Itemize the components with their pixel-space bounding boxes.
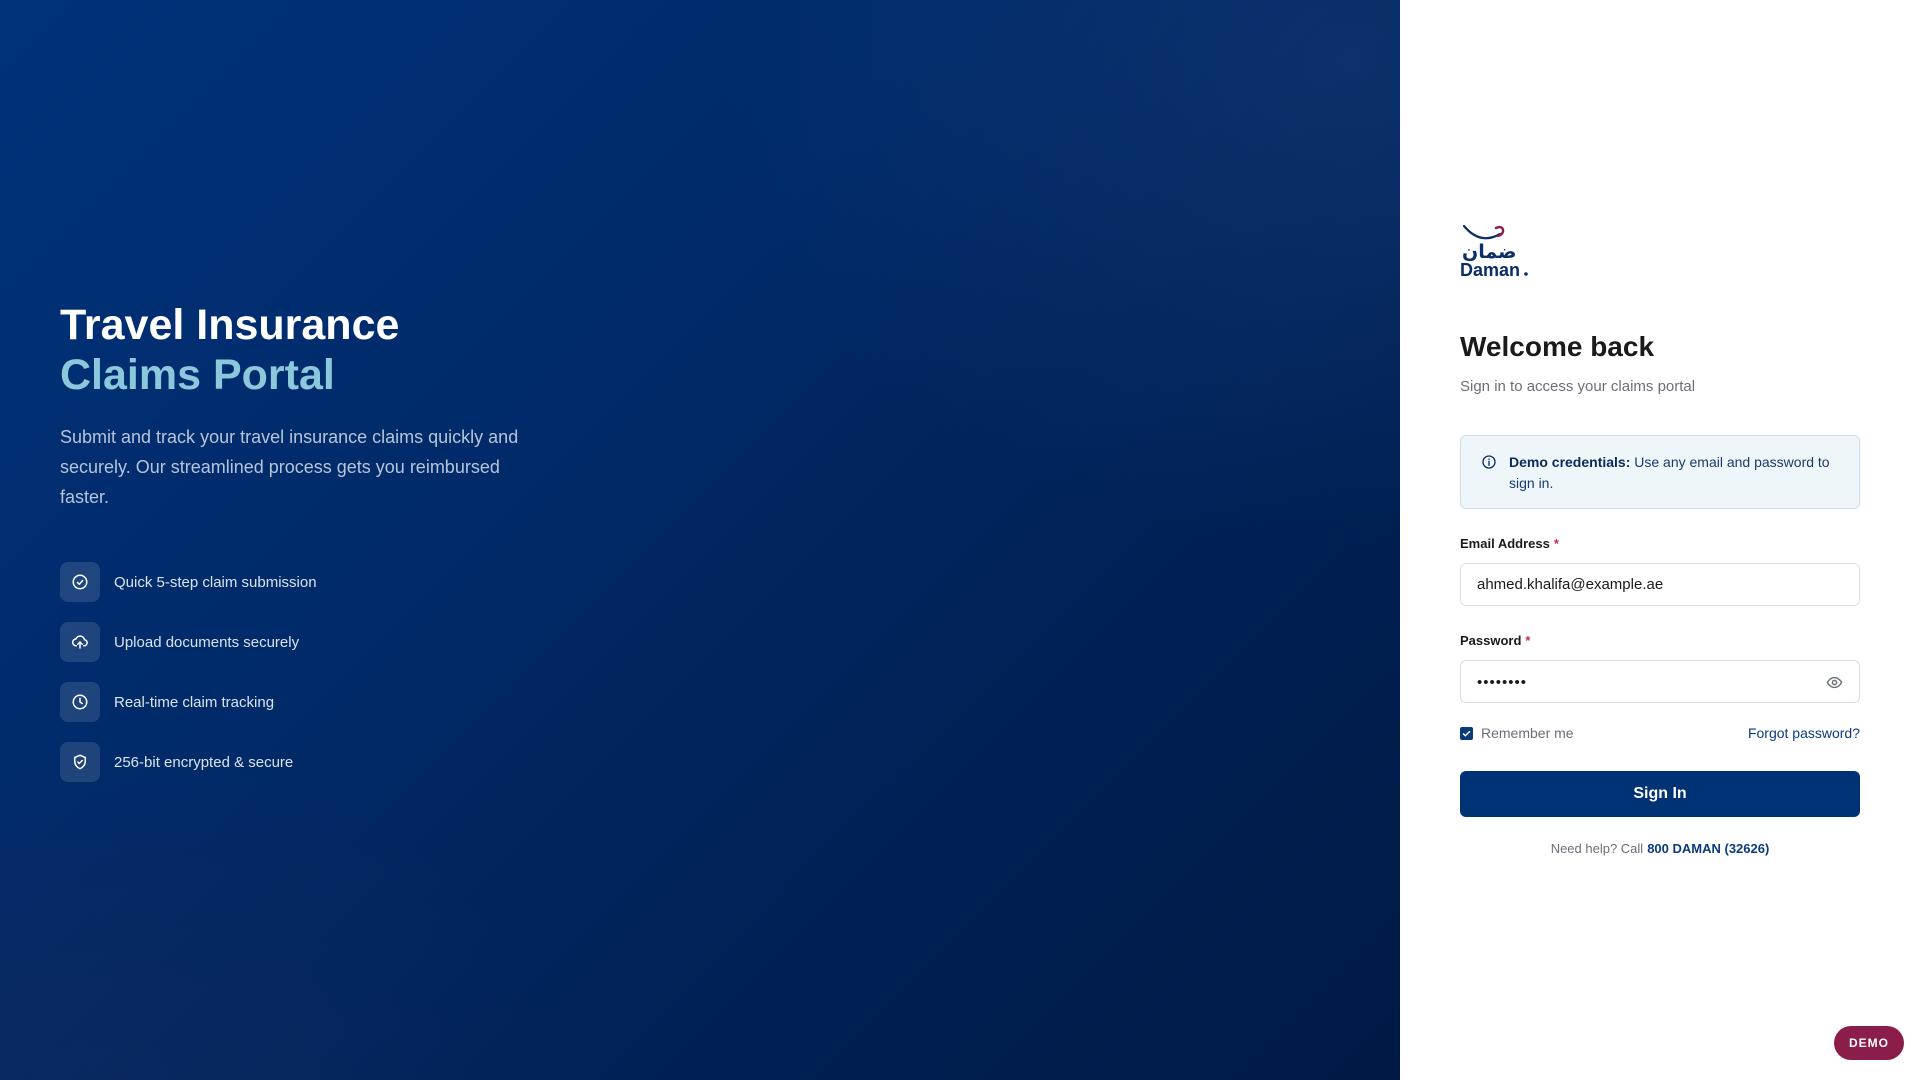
welcome-subtitle: Sign in to access your claims portal	[1460, 378, 1696, 395]
remember-me-toggle[interactable]: Remember me	[1460, 725, 1574, 741]
feature-label: Upload documents securely	[114, 633, 300, 651]
hero-panel: Travel Insurance Claims Portal Submit an…	[0, 0, 1400, 1080]
hero-title-accent: Claims Portal	[60, 351, 335, 399]
notice-strong: Demo credentials:	[1509, 454, 1631, 470]
password-label-text: Password	[1460, 633, 1522, 648]
feature-list: Quick 5-step claim submission Upload doc…	[60, 562, 560, 782]
email-label: Email Address *	[1460, 536, 1559, 551]
feature-item: 256-bit encrypted & secure	[60, 742, 560, 782]
remember-checkbox[interactable]	[1460, 726, 1473, 740]
email-input-wrap	[1460, 563, 1860, 606]
help-prefix: Need help? Call	[1550, 841, 1644, 856]
login-page: Travel Insurance Claims Portal Submit an…	[0, 0, 1920, 1080]
remember-row: Remember me Forgot password?	[1460, 725, 1860, 741]
sign-in-button[interactable]: Sign In	[1460, 771, 1860, 817]
info-icon	[1482, 455, 1496, 469]
remember-label: Remember me	[1481, 725, 1574, 741]
password-masked-value: ••••••••	[1477, 674, 1528, 691]
required-mark: *	[1553, 536, 1559, 551]
forgot-password-link[interactable]: Forgot password?	[1748, 725, 1860, 741]
password-input[interactable]: ••••••••	[1460, 660, 1860, 703]
eye-icon[interactable]	[1826, 674, 1843, 691]
email-label-text: Email Address	[1460, 536, 1550, 551]
clock-icon	[60, 682, 100, 722]
logo-text-en: Daman	[1460, 260, 1520, 280]
email-field-group: Email Address *	[1460, 535, 1860, 606]
demo-badge: DEMO	[1834, 1026, 1904, 1060]
feature-label: 256-bit encrypted & secure	[114, 753, 294, 771]
login-panel: ضمان Daman Welcome back Sign in to acces…	[1400, 0, 1920, 1080]
shield-check-icon	[60, 742, 100, 782]
hero-title: Travel Insurance	[60, 301, 400, 349]
email-input[interactable]	[1461, 564, 1859, 605]
login-form: ضمان Daman Welcome back Sign in to acces…	[1460, 220, 1860, 856]
feature-label: Quick 5-step claim submission	[114, 573, 317, 591]
feature-item: Real-time claim tracking	[60, 682, 560, 722]
checkmark-icon	[1462, 730, 1471, 737]
demo-credentials-notice: Demo credentials: Use any email and pass…	[1460, 435, 1860, 509]
feature-label: Real-time claim tracking	[114, 693, 275, 711]
daman-logo: ضمان Daman	[1460, 224, 1528, 280]
feature-item: Upload documents securely	[60, 622, 560, 662]
required-mark: *	[1525, 633, 1531, 648]
feature-item: Quick 5-step claim submission	[60, 562, 560, 602]
notice-text: Demo credentials: Use any email and pass…	[1509, 452, 1839, 492]
password-field-group: Password * ••••••••	[1460, 632, 1860, 703]
check-circle-icon	[60, 562, 100, 602]
hero-content: Travel Insurance Claims Portal Submit an…	[60, 300, 560, 802]
cloud-upload-icon	[60, 622, 100, 662]
welcome-heading: Welcome back	[1460, 331, 1655, 362]
password-label: Password *	[1460, 633, 1530, 648]
help-text: Need help? Call 800 DAMAN (32626)	[1460, 841, 1860, 856]
hero-description: Submit and track your travel insurance c…	[60, 427, 519, 507]
help-phone-link[interactable]: 800 DAMAN (32626)	[1647, 841, 1769, 856]
